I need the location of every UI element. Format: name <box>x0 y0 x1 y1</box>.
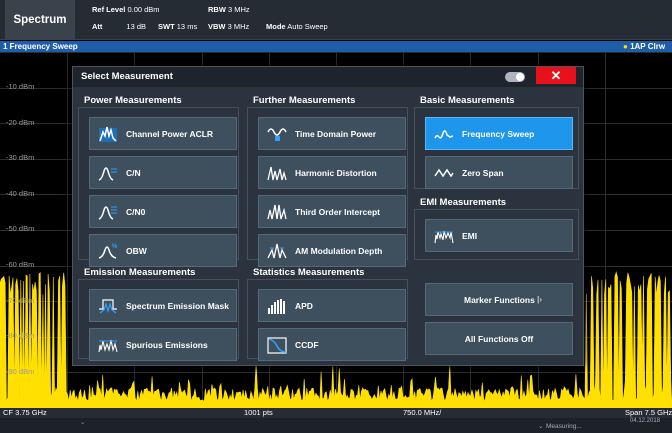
y-tick-label: -30 dBm <box>6 153 35 163</box>
cn0-icon <box>90 196 126 227</box>
measuring-status: Measuring... <box>546 423 582 430</box>
y-tick-label: -90 dBm <box>6 366 35 376</box>
status-bar: ⌄ ⌄ Measuring... 04.12.2018 <box>0 418 672 433</box>
button-label: Time Domain Power <box>295 128 377 139</box>
toggle-switch[interactable] <box>505 72 525 82</box>
apd-button[interactable]: APD <box>258 289 406 322</box>
third-order-intercept-button[interactable]: Third Order Intercept <box>258 195 406 228</box>
button-label: Channel Power ACLR <box>126 128 214 139</box>
window-title-bar: 1 Frequency Sweep ● 1AP Clrw <box>0 41 672 52</box>
close-icon: ✕ <box>550 68 562 83</box>
button-label: Spectrum Emission Mask <box>126 300 229 311</box>
emi-icon <box>426 220 462 251</box>
header-bar: Spectrum Ref Level 0.00 dBm Att 13 dB SWT… <box>0 0 672 40</box>
marker-functions-button[interactable]: Marker Functions |› <box>425 283 573 316</box>
harmonic-icon <box>259 157 295 188</box>
am-modulation-depth-button[interactable]: AM Modulation Depth <box>258 234 406 267</box>
ref-level[interactable]: Ref Level 0.00 dBm <box>92 5 160 14</box>
button-label: Frequency Sweep <box>462 128 535 139</box>
window-title[interactable]: 1 Frequency Sweep <box>3 41 78 52</box>
am-depth-icon <box>259 235 295 266</box>
channel-power-aclr-button[interactable]: Channel Power ACLR <box>89 117 237 150</box>
submenu-arrow-icon: |› <box>537 295 542 304</box>
button-label: C/N <box>126 167 141 178</box>
zero-span-icon <box>426 157 462 188</box>
c-n-button[interactable]: C/N <box>89 156 237 189</box>
spurious-emissions-button[interactable]: Spurious Emissions <box>89 328 237 361</box>
harmonic-distortion-button[interactable]: Harmonic Distortion <box>258 156 406 189</box>
y-tick-label: -60 dBm <box>6 260 35 269</box>
button-label: CCDF <box>295 339 319 350</box>
c-n0-button[interactable]: C/N0 <box>89 195 237 228</box>
span-value[interactable]: Span 7.5 GHz <box>625 408 672 418</box>
date: 04.12.2018 <box>630 418 661 424</box>
center-frequency[interactable]: CF 3.75 GHz <box>3 408 47 418</box>
attenuation[interactable]: Att 13 dB <box>92 22 146 31</box>
section-further: Further Measurements <box>253 95 356 106</box>
section-basic: Basic Measurements <box>420 95 515 106</box>
frequency-sweep-button[interactable]: Frequency Sweep <box>425 117 573 150</box>
button-label: EMI <box>462 230 478 241</box>
section-statistics: Statistics Measurements <box>253 267 365 278</box>
sweep-mode[interactable]: Mode Auto Sweep <box>266 22 328 31</box>
button-label: C/N0 <box>126 206 146 217</box>
aclr-icon <box>90 118 126 149</box>
svg-text:%: % <box>112 244 118 250</box>
button-label: Spurious Emissions <box>126 339 208 350</box>
button-label: OBW <box>126 245 147 256</box>
app-title[interactable]: Spectrum <box>5 0 75 40</box>
spectrum-emission-mask-button[interactable]: Spectrum Emission Mask <box>89 289 237 322</box>
obw-button[interactable]: % OBW <box>89 234 237 267</box>
trace-info: ● 1AP Clrw <box>623 42 666 51</box>
expand-icon[interactable]: ⌄ <box>80 418 85 426</box>
y-tick-label: -50 dBm <box>6 224 35 234</box>
button-label: Zero Span <box>462 167 504 178</box>
y-tick-label: -70 dBm <box>6 295 35 305</box>
chevron-down-icon: ⌄ <box>538 423 544 430</box>
per-division: 750.0 MHz/ <box>403 408 442 417</box>
time-domain-icon <box>259 118 295 149</box>
ccdf-icon <box>259 329 295 360</box>
all-functions-off-label: All Functions Off <box>464 333 534 344</box>
obw-icon: % <box>90 235 126 266</box>
spurious-icon <box>90 329 126 360</box>
toggle-knob <box>516 73 524 81</box>
freq-sweep-icon <box>426 118 462 149</box>
section-emission: Emission Measurements <box>84 267 196 278</box>
y-tick-label: -20 dBm <box>6 117 35 127</box>
apd-icon <box>259 290 295 321</box>
button-label: Harmonic Distortion <box>295 167 377 178</box>
y-tick-label: -10 dBm <box>6 82 35 91</box>
trace-dot-icon: ● <box>623 42 628 51</box>
vbw[interactable]: VBW 3 MHz <box>208 22 249 31</box>
y-tick-label: -40 dBm <box>6 188 35 198</box>
x-axis-bar: CF 3.75 GHz 1001 pts 750.0 MHz/ Span 7.5… <box>0 408 672 418</box>
toi-icon <box>259 196 295 227</box>
y-tick-label: -80 dBm <box>6 331 35 341</box>
button-label: APD <box>295 300 313 311</box>
sem-icon <box>90 290 126 321</box>
select-measurement-dialog: Select Measurement ✕ Power Measurements … <box>72 66 584 366</box>
emi-button[interactable]: EMI <box>425 219 573 252</box>
cn-icon <box>90 157 126 188</box>
zero-span-button[interactable]: Zero Span <box>425 156 573 189</box>
rbw[interactable]: RBW 3 MHz <box>208 5 250 14</box>
ccdf-button[interactable]: CCDF <box>258 328 406 361</box>
section-emi: EMI Measurements <box>420 197 507 208</box>
button-label: AM Modulation Depth <box>295 245 383 256</box>
sweep-time[interactable]: SWT 13 ms <box>158 22 197 31</box>
section-power: Power Measurements <box>84 95 182 106</box>
marker-functions-label: Marker Functions <box>464 294 535 305</box>
time-domain-power-button[interactable]: Time Domain Power <box>258 117 406 150</box>
sweep-points: 1001 pts <box>244 408 273 417</box>
button-label: Third Order Intercept <box>295 206 381 217</box>
all-functions-off-button[interactable]: All Functions Off <box>425 322 573 355</box>
close-button[interactable]: ✕ <box>536 67 576 84</box>
